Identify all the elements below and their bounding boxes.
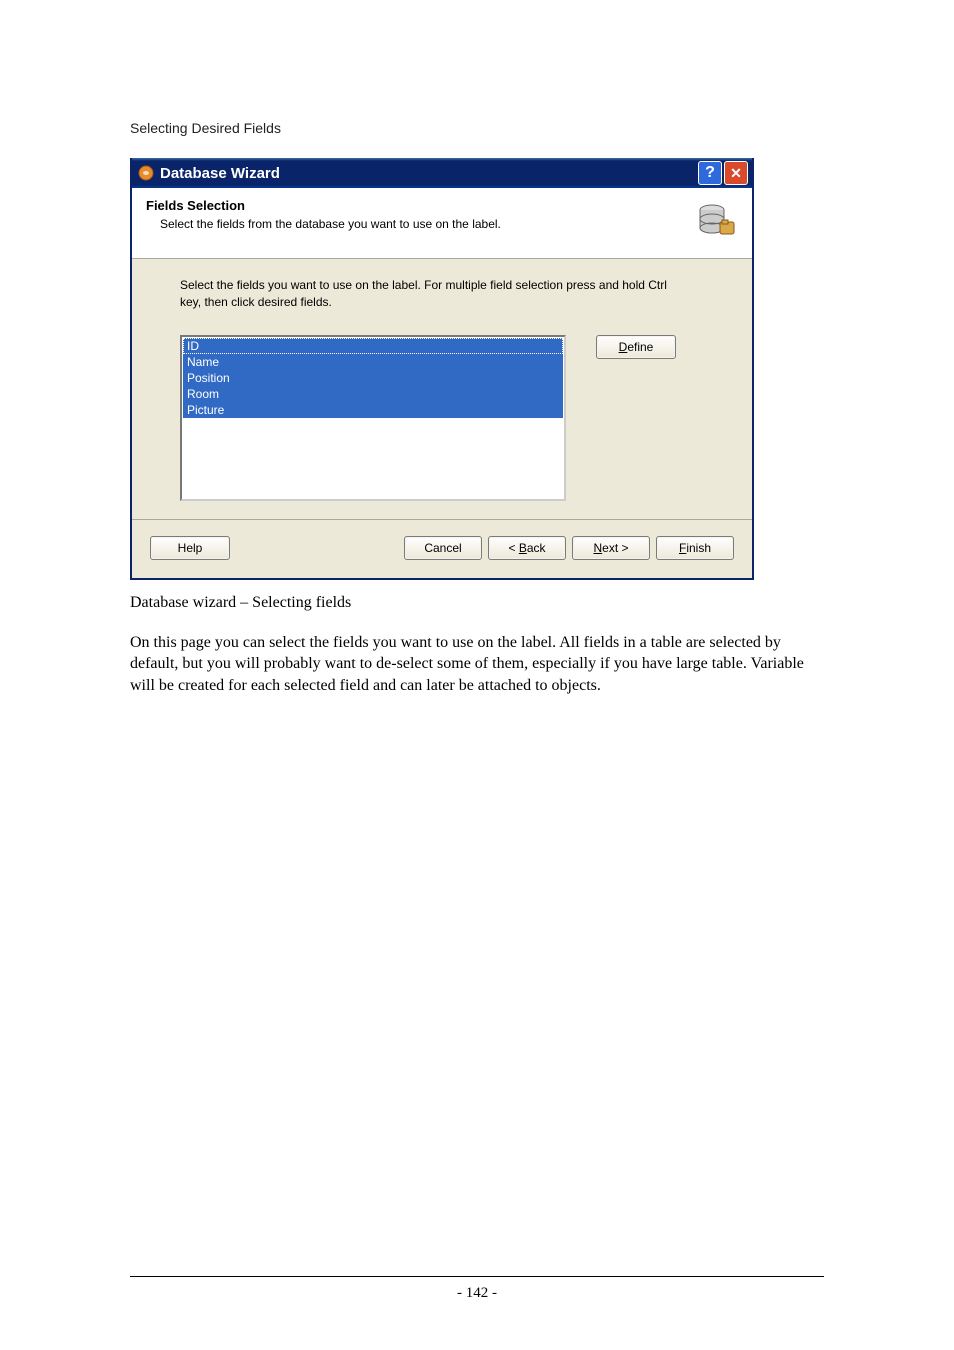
database-wizard-dialog: Database Wizard ? ✕ Fields Selection Sel… bbox=[130, 158, 754, 580]
list-item[interactable]: Picture bbox=[183, 402, 563, 418]
back-button[interactable]: < Back bbox=[488, 536, 566, 560]
titlebar[interactable]: Database Wizard ? ✕ bbox=[132, 158, 752, 188]
fields-listbox[interactable]: ID Name Position Room Picture bbox=[180, 335, 566, 501]
database-icon bbox=[692, 198, 740, 246]
list-item[interactable]: Position bbox=[183, 370, 563, 386]
app-icon bbox=[138, 165, 154, 181]
wizard-body: Select the fields you want to use on the… bbox=[132, 259, 752, 519]
wizard-step-subtitle: Select the fields from the database you … bbox=[160, 217, 692, 231]
list-item[interactable]: ID bbox=[183, 338, 563, 354]
wizard-buttons: Help Cancel < Back Next > Finish bbox=[132, 519, 752, 578]
wizard-header: Fields Selection Select the fields from … bbox=[132, 188, 752, 259]
close-icon[interactable]: ✕ bbox=[724, 161, 748, 185]
cancel-button[interactable]: Cancel bbox=[404, 536, 482, 560]
figure-caption: Database wizard – Selecting fields bbox=[130, 594, 824, 612]
next-button[interactable]: Next > bbox=[572, 536, 650, 560]
section-heading: Selecting Desired Fields bbox=[130, 120, 824, 136]
help-button[interactable]: Help bbox=[150, 536, 230, 560]
list-item[interactable]: Name bbox=[183, 354, 563, 370]
wizard-step-title: Fields Selection bbox=[146, 198, 692, 213]
define-button[interactable]: Define bbox=[596, 335, 676, 359]
finish-button[interactable]: Finish bbox=[656, 536, 734, 560]
list-item[interactable]: Room bbox=[183, 386, 563, 402]
help-icon[interactable]: ? bbox=[698, 161, 722, 185]
dialog-title: Database Wizard bbox=[160, 165, 698, 182]
body-paragraph: On this page you can select the fields y… bbox=[130, 632, 824, 697]
page-number: - 142 - bbox=[0, 1277, 954, 1342]
instruction-text: Select the fields you want to use on the… bbox=[180, 277, 690, 311]
